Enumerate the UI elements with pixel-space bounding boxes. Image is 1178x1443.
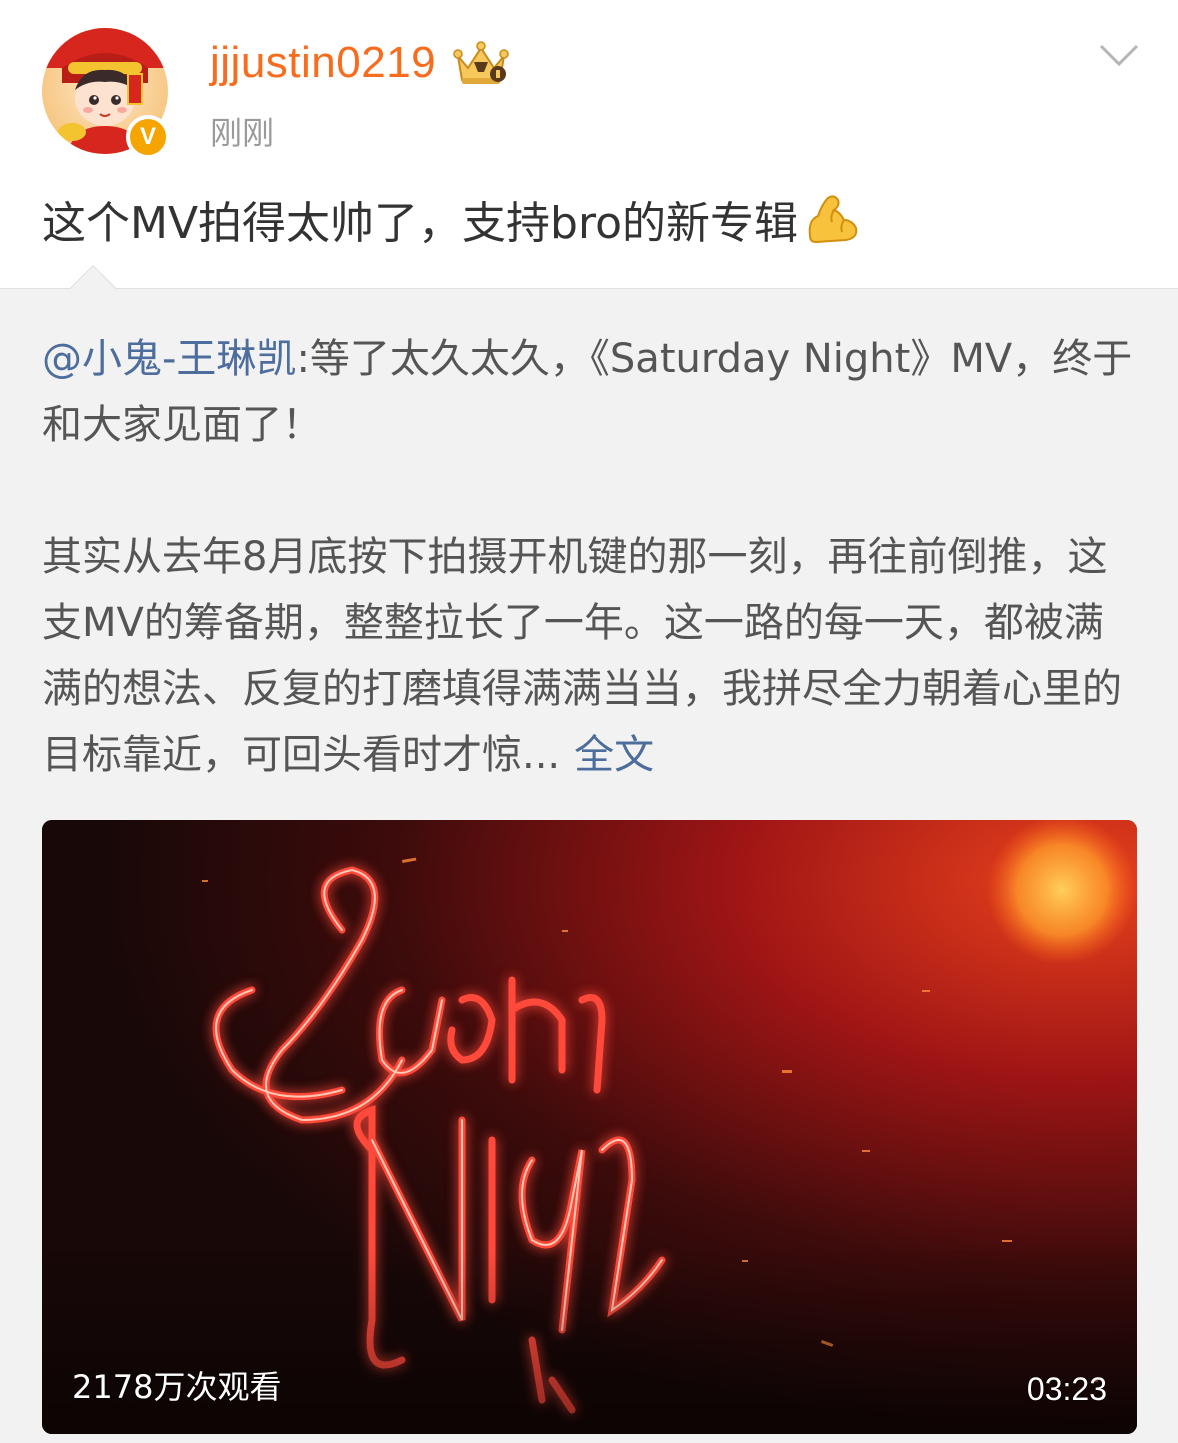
repost-text: @小鬼-王琳凯:等了太久太久，《Saturday Night》MV，终于和大家见… xyxy=(42,326,1142,788)
mention-link[interactable]: @小鬼-王琳凯 xyxy=(42,336,296,382)
video-thumbnail xyxy=(42,820,1137,1434)
flexed-biceps-emoji-icon xyxy=(808,195,858,244)
full-text-link[interactable]: 全文 xyxy=(574,732,654,778)
post-text: 这个MV拍得太帅了，支持bro的新专辑 xyxy=(42,190,860,254)
post-text-content: 这个MV拍得太帅了，支持bro的新专辑 xyxy=(42,198,799,249)
username[interactable]: jjjustin0219 xyxy=(210,38,436,88)
video-player[interactable]: 2178万次观看 03:23 xyxy=(42,820,1137,1434)
video-duration: 03:23 xyxy=(1026,1371,1107,1407)
chevron-down-icon[interactable] xyxy=(1098,40,1140,70)
post-header: V jjjustin0219 刚刚 这个MV拍得太帅了，支持bro的新专辑 xyxy=(0,0,1178,288)
timestamp: 刚刚 xyxy=(210,114,275,152)
video-view-count: 2178万次观看 xyxy=(72,1368,282,1406)
verified-badge-icon: V xyxy=(126,115,170,159)
crown-icon xyxy=(453,41,509,84)
